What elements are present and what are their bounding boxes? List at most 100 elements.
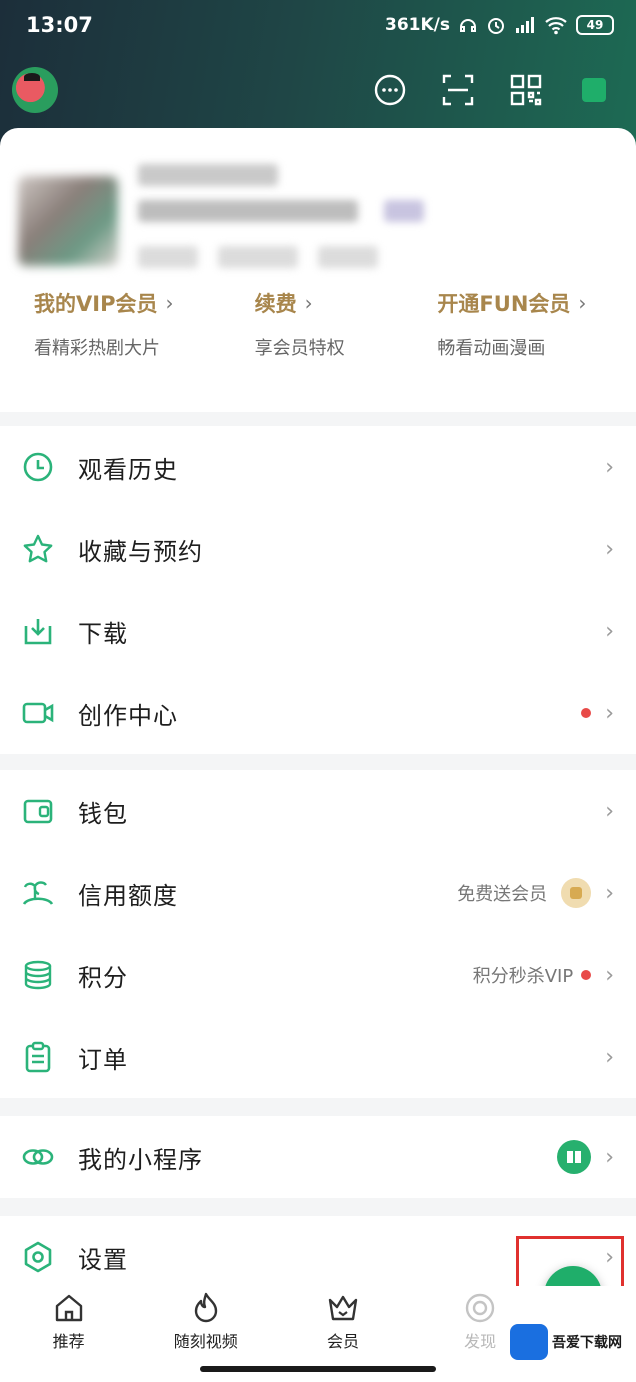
- menu-label: 积分: [78, 963, 128, 992]
- menu-item-orders[interactable]: 订单 ›: [0, 1016, 636, 1098]
- menu-item-credit[interactable]: 信用额度 免费送会员 ›: [0, 852, 636, 934]
- menu-label: 创作中心: [78, 701, 178, 730]
- vip-subtitle: 看精彩热剧大片: [34, 338, 160, 359]
- status-indicators: 361K/s 49: [385, 15, 614, 35]
- clock-icon: [23, 452, 53, 482]
- island-icon: [22, 881, 54, 905]
- watermark-text: 吾爱下载网: [552, 1335, 622, 1351]
- menu-item-favorites[interactable]: 收藏与预约 ›: [0, 508, 636, 590]
- battery-indicator: 49: [576, 15, 614, 35]
- vip-renew[interactable]: 续费 › 享会员特权: [233, 280, 418, 374]
- blurred-avatar: [18, 176, 118, 266]
- video-camera-icon: [22, 702, 54, 724]
- tab-recommend[interactable]: 推荐: [14, 1290, 124, 1382]
- tab-label: 随刻视频: [173, 1332, 238, 1351]
- book-icon: [557, 1140, 592, 1174]
- menu-item-miniapps[interactable]: 我的小程序 ›: [0, 1116, 636, 1198]
- menu-item-download[interactable]: 下载 ›: [0, 590, 636, 672]
- flame-icon: [194, 1292, 217, 1323]
- vip-my-membership[interactable]: 我的VIP会员 › 看精彩热剧大片: [0, 280, 233, 374]
- vip-title: 续费: [254, 292, 297, 316]
- green-action-button[interactable]: [574, 70, 614, 110]
- link-icon: [22, 1149, 54, 1165]
- chevron-right-icon: ›: [605, 618, 614, 644]
- menu-label: 我的小程序: [78, 1145, 203, 1174]
- wifi-icon: [545, 17, 567, 35]
- blurred-username: [138, 164, 278, 186]
- network-speed: 361K/s: [385, 15, 450, 35]
- menu-label: 信用额度: [78, 881, 178, 910]
- home-icon: [55, 1294, 82, 1322]
- coins-stack-icon: [24, 960, 52, 990]
- chevron-right-icon: ›: [605, 454, 614, 480]
- menu-extra-text: 免费送会员: [457, 884, 548, 905]
- signal-icon: [516, 17, 534, 33]
- blurred-profile-info: [16, 156, 616, 276]
- vip-title: 开通FUN会员: [437, 292, 571, 316]
- gold-coin-icon: [561, 878, 592, 908]
- notification-dot: [581, 970, 592, 980]
- blurred-badge: [384, 200, 424, 222]
- chevron-right-icon: ›: [578, 291, 587, 315]
- chevron-right-icon: ›: [605, 798, 614, 824]
- menu-group-3: 我的小程序 ›: [0, 1116, 636, 1198]
- vip-subtitle: 享会员特权: [254, 338, 345, 359]
- home-indicator: [200, 1366, 436, 1372]
- status-bar: 13:07 361K/s 49: [0, 0, 636, 50]
- green-square-icon: [582, 78, 606, 102]
- blurred-stat: [138, 246, 198, 268]
- menu-group-1: 观看历史 › 收藏与预约 › 下载 › 创作中心 ›: [0, 426, 636, 754]
- menu-extra-text: 积分秒杀VIP: [472, 966, 574, 987]
- menu-item-wallet[interactable]: 钱包 ›: [0, 770, 636, 852]
- scan-button[interactable]: [438, 70, 478, 110]
- menu-label: 下载: [78, 619, 128, 648]
- status-time: 13:07: [26, 13, 93, 37]
- menu-item-points[interactable]: 积分 积分秒杀VIP ›: [0, 934, 636, 1016]
- qrcode-icon: [510, 74, 542, 106]
- vip-row: 我的VIP会员 › 看精彩热剧大片 续费 › 享会员特权 开通FUN会员 › 畅看动画…: [0, 280, 636, 374]
- chevron-right-icon: ›: [605, 1044, 614, 1070]
- scan-icon: [442, 74, 474, 106]
- blurred-stat: [218, 246, 298, 268]
- alarm-icon: [488, 18, 504, 34]
- download-icon: [24, 619, 52, 645]
- wallet-icon: [23, 799, 53, 824]
- blurred-id: [138, 200, 358, 222]
- message-button[interactable]: [370, 70, 410, 110]
- tab-label: 推荐: [52, 1332, 85, 1351]
- menu-label: 收藏与预约: [78, 537, 203, 566]
- vip-title: 我的VIP会员: [34, 292, 158, 316]
- star-icon: [23, 534, 53, 563]
- crown-icon: [328, 1295, 358, 1321]
- menu-group-2: 钱包 › 信用额度 免费送会员 › 积分 积分秒杀VIP › 订单 ›: [0, 770, 636, 1098]
- top-nav: [0, 58, 636, 122]
- discover-icon: [465, 1293, 495, 1323]
- chevron-right-icon: ›: [304, 291, 313, 315]
- menu-label: 钱包: [78, 799, 128, 828]
- menu-label: 观看历史: [78, 455, 178, 484]
- message-icon: [374, 74, 406, 106]
- profile-card: 我的VIP会员 › 看精彩热剧大片 续费 › 享会员特权 开通FUN会员 › 畅看动画…: [0, 128, 636, 412]
- vip-fun-membership[interactable]: 开通FUN会员 › 畅看动画漫画: [417, 280, 636, 374]
- settings-icon: [24, 1241, 52, 1273]
- blurred-stat: [318, 246, 378, 268]
- menu-item-creator[interactable]: 创作中心 ›: [0, 672, 636, 754]
- chevron-right-icon: ›: [605, 700, 614, 726]
- notification-dot: [581, 708, 592, 718]
- menu-item-history[interactable]: 观看历史 ›: [0, 426, 636, 508]
- chevron-right-icon: ›: [605, 962, 614, 988]
- avatar[interactable]: [12, 67, 58, 113]
- menu-label: 订单: [78, 1045, 128, 1074]
- watermark-logo: 吾爱下载网: [510, 1322, 632, 1362]
- tab-label: 发现: [464, 1332, 497, 1351]
- clipboard-icon: [25, 1041, 51, 1073]
- chevron-right-icon: ›: [605, 536, 614, 562]
- qrcode-button[interactable]: [506, 70, 546, 110]
- chevron-right-icon: ›: [605, 1144, 614, 1170]
- watermark-icon: [510, 1324, 548, 1360]
- vip-subtitle: 畅看动画漫画: [437, 338, 546, 359]
- tab-label: 会员: [326, 1332, 359, 1351]
- chevron-right-icon: ›: [165, 291, 174, 315]
- chevron-right-icon: ›: [605, 880, 614, 906]
- headset-icon: [460, 19, 476, 32]
